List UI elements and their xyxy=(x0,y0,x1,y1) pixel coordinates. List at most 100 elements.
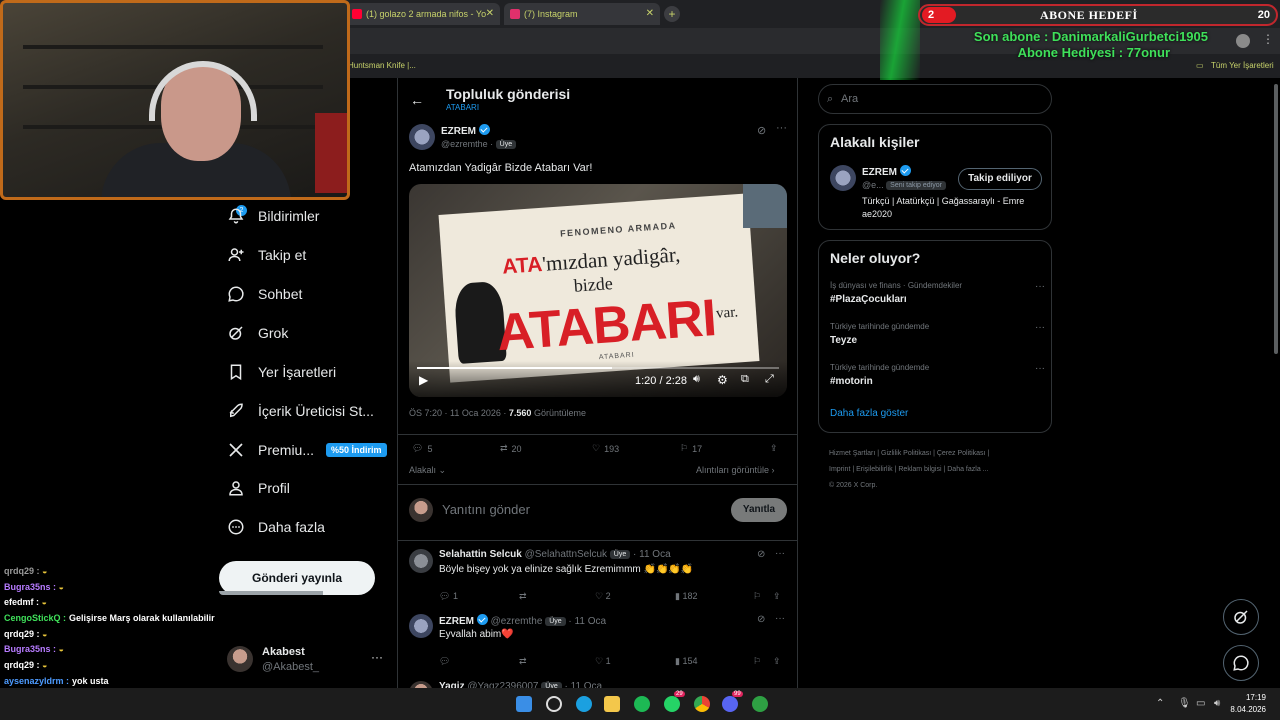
new-tab-button[interactable]: + xyxy=(664,6,680,22)
repost-icon[interactable]: ⇄ xyxy=(519,591,527,602)
avatar[interactable] xyxy=(409,614,433,638)
footer-line[interactable]: Hizmet Şartları | Gizlilik Politikası | … xyxy=(829,446,1044,462)
repost-icon[interactable]: ⇄ xyxy=(519,656,527,667)
nav-chat[interactable]: Sohbet xyxy=(224,278,302,310)
share-icon[interactable]: ⇪ xyxy=(773,591,781,602)
bookmark-icon[interactable]: ⚐ xyxy=(753,591,761,602)
reply-icon[interactable]: 💬︎ xyxy=(439,656,450,667)
nav-grok[interactable]: Grok xyxy=(224,317,288,349)
menu-icon[interactable]: ⋮ xyxy=(1262,32,1274,46)
share-icon[interactable]: ⇪ xyxy=(770,443,778,454)
trend-item[interactable]: Türkiye tarihinde gündemde Teyze ··· xyxy=(830,322,1045,346)
edge-icon[interactable] xyxy=(576,696,592,712)
more-icon[interactable]: ··· xyxy=(1035,322,1045,333)
settings-icon[interactable]: ⚙ xyxy=(717,373,728,387)
microphone-icon[interactable]: 🎙︎ xyxy=(1178,698,1191,709)
grok-icon[interactable]: ⊘ xyxy=(757,124,766,137)
more-icon[interactable]: ··· xyxy=(1035,281,1045,292)
divider xyxy=(398,484,797,485)
trend-item[interactable]: Türkiye tarihinde gündemde #motorin ··· xyxy=(830,363,1045,387)
volume-icon[interactable]: 🔊︎ xyxy=(1214,698,1220,709)
video-player[interactable]: FENOMENO ARMADA ATA'mızdan yadigâr, bizd… xyxy=(409,184,787,397)
emote-icon: ◒ xyxy=(39,566,48,576)
share-icon[interactable]: ⇪ xyxy=(773,656,781,667)
footer-line[interactable]: Imprint | Erişilebilirlik | Reklam bilgi… xyxy=(829,462,1044,478)
nav-profile[interactable]: Profil xyxy=(224,472,290,504)
heart-icon[interactable]: ♡ 1 xyxy=(595,656,611,667)
nav-follow[interactable]: Takip et xyxy=(224,239,306,271)
more-icon[interactable]: ··· xyxy=(776,122,787,134)
views-icon[interactable]: ▮ 154 xyxy=(675,656,697,667)
view-quotes-link[interactable]: Alıntıları görüntüle › xyxy=(696,465,775,475)
nav-notifications[interactable]: Bildirimler xyxy=(224,200,319,232)
reply-icon[interactable]: 💬︎ 1 xyxy=(439,591,458,602)
comment-handle[interactable]: @SelahattnSelcuk xyxy=(525,549,607,560)
video-progress[interactable] xyxy=(417,367,779,369)
nav-bookmarks[interactable]: Yer İşaretleri xyxy=(224,356,336,388)
whatsapp-icon[interactable] xyxy=(664,696,680,712)
reply-input[interactable]: Yanıtını gönder xyxy=(442,502,530,517)
author-handle[interactable]: @ezremthe · xyxy=(441,139,493,149)
folder-icon[interactable] xyxy=(604,696,620,712)
more-icon[interactable]: ··· xyxy=(1035,363,1045,374)
person-row: EZREM xyxy=(862,165,911,178)
close-icon[interactable]: ✕ xyxy=(646,3,654,25)
search-icon[interactable] xyxy=(546,696,562,712)
show-more-link[interactable]: Daha fazla göster xyxy=(830,408,908,419)
fullscreen-icon[interactable]: ⤢ xyxy=(765,373,774,386)
sort-dropdown[interactable]: Alakalı ⌄ xyxy=(409,465,446,476)
profile-avatar[interactable] xyxy=(1236,34,1250,48)
more-icon[interactable]: ··· xyxy=(775,548,785,559)
volume-icon[interactable]: 🔊︎ xyxy=(693,373,700,386)
search-input[interactable]: ⌕ Ara xyxy=(818,84,1052,114)
play-icon[interactable]: ▶ xyxy=(419,373,428,387)
system-clock[interactable]: 17:19 8.04.2026 xyxy=(1230,692,1266,716)
repost-button[interactable]: ⇄ 20 xyxy=(500,443,522,454)
trend-item[interactable]: İş dünyası ve finans · Gündemdekiler #Pl… xyxy=(830,281,1045,305)
bookmark-huntsman[interactable]: Huntsman Knife |... xyxy=(348,54,416,78)
reply-button[interactable]: 💬︎ 5 xyxy=(412,443,432,454)
comment-date: · 11 Oca xyxy=(633,549,671,560)
grok-icon[interactable]: ⊘ xyxy=(757,614,765,625)
more-icon[interactable]: ··· xyxy=(371,650,383,664)
back-arrow-icon[interactable]: ← xyxy=(410,92,424,108)
chevron-up-icon[interactable]: ⌃ xyxy=(1156,698,1164,709)
community-link[interactable]: ATABARI xyxy=(446,103,479,112)
grok-fab-button[interactable] xyxy=(1223,599,1259,635)
popout-icon[interactable]: ⧉ xyxy=(741,373,749,386)
chrome-icon[interactable] xyxy=(694,696,710,712)
spotify-icon[interactable] xyxy=(634,696,650,712)
comment-author[interactable]: EZREM xyxy=(439,616,474,627)
heart-icon[interactable]: ♡ 2 xyxy=(595,591,611,602)
views-icon[interactable]: ▮ 182 xyxy=(675,591,697,602)
shelf xyxy=(23,45,323,49)
reply-submit-button[interactable]: Yanıtla xyxy=(731,498,787,522)
person-name[interactable]: EZREM xyxy=(862,167,897,178)
messages-fab-button[interactable] xyxy=(1223,645,1259,681)
nav-more[interactable]: Daha fazla xyxy=(224,511,325,543)
grok-icon[interactable]: ⊘ xyxy=(757,549,765,560)
browser-tab-instagram[interactable]: (7) Instagram ✕ xyxy=(504,3,660,25)
like-button[interactable]: ♡ 193 xyxy=(592,443,619,454)
bookmark-all[interactable]: Tüm Yer İşaretleri xyxy=(1211,54,1274,78)
comment-handle[interactable]: @ezremthe xyxy=(491,616,543,627)
windows-start-icon[interactable] xyxy=(516,696,532,712)
bookmark-button[interactable]: ⚐ 17 xyxy=(680,443,702,454)
browser-tab-youtube[interactable]: (1) golazo 2 armada nifos - Yo ✕ xyxy=(346,3,500,25)
avatar[interactable] xyxy=(409,549,433,573)
more-icon[interactable]: ··· xyxy=(775,613,785,624)
close-icon[interactable]: ✕ xyxy=(486,3,494,25)
avatar[interactable] xyxy=(409,124,435,150)
person-handle[interactable]: @e... xyxy=(862,180,884,190)
nav-premium[interactable]: Premiu... %50 İndirim xyxy=(224,434,387,466)
nav-creator-studio[interactable]: İçerik Üreticisi St... xyxy=(224,395,374,427)
following-button[interactable]: Takip ediliyor xyxy=(958,168,1042,190)
scrollbar[interactable] xyxy=(1274,84,1278,354)
comment-author[interactable]: Selahattin Selcuk xyxy=(439,549,522,560)
bookmark-icon[interactable]: ⚐ xyxy=(753,656,761,667)
discord-icon[interactable] xyxy=(722,696,738,712)
app-icon[interactable] xyxy=(752,696,768,712)
monitor-icon[interactable]: ▭ xyxy=(1196,698,1205,709)
author-name[interactable]: EZREM xyxy=(441,126,476,137)
avatar[interactable] xyxy=(830,165,856,191)
